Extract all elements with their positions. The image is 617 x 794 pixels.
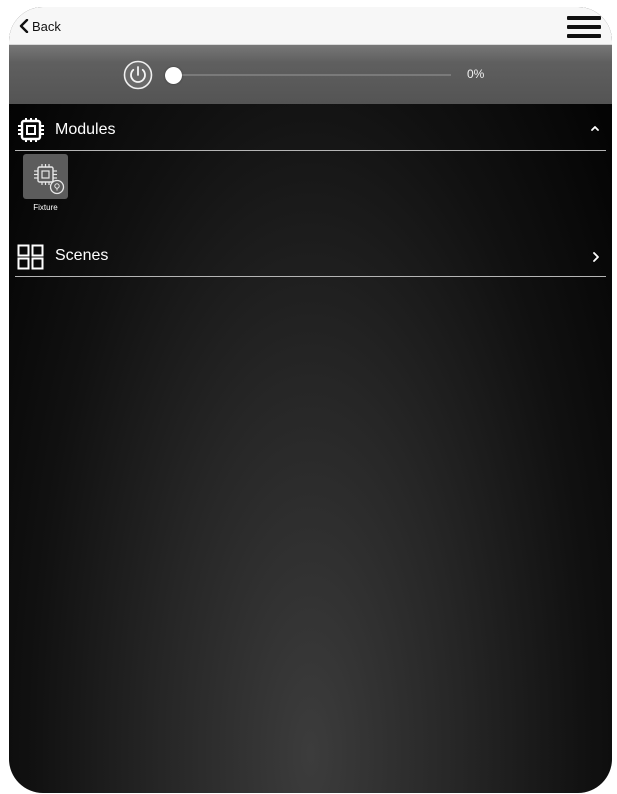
modules-section-header[interactable]: Modules [15,110,606,151]
module-tile-label: Fixture [33,203,58,212]
chevron-up-icon [591,126,599,131]
chip-icon [18,118,44,142]
level-slider-track[interactable] [169,74,451,76]
top-navigation-bar: Back [9,7,612,45]
grid-icon [17,244,44,270]
scenes-section-header[interactable]: Scenes [15,236,606,277]
chevron-left-icon [19,19,29,33]
level-percent: 0% [467,67,485,81]
module-tile-fixture[interactable] [23,154,68,199]
hamburger-menu-icon[interactable] [567,14,601,40]
fixture-chip-icon [34,164,65,195]
dimmer-control-bar: 0% [9,45,612,104]
scenes-label: Scenes [55,247,109,264]
modules-label: Modules [55,121,116,138]
back-button[interactable]: Back [19,16,61,36]
level-slider-handle[interactable] [165,67,182,84]
back-label: Back [32,18,61,34]
app-screen: Back 0% Modules Fixture Scenes [9,7,612,793]
power-icon[interactable] [123,60,153,90]
chevron-right-icon [593,252,599,262]
